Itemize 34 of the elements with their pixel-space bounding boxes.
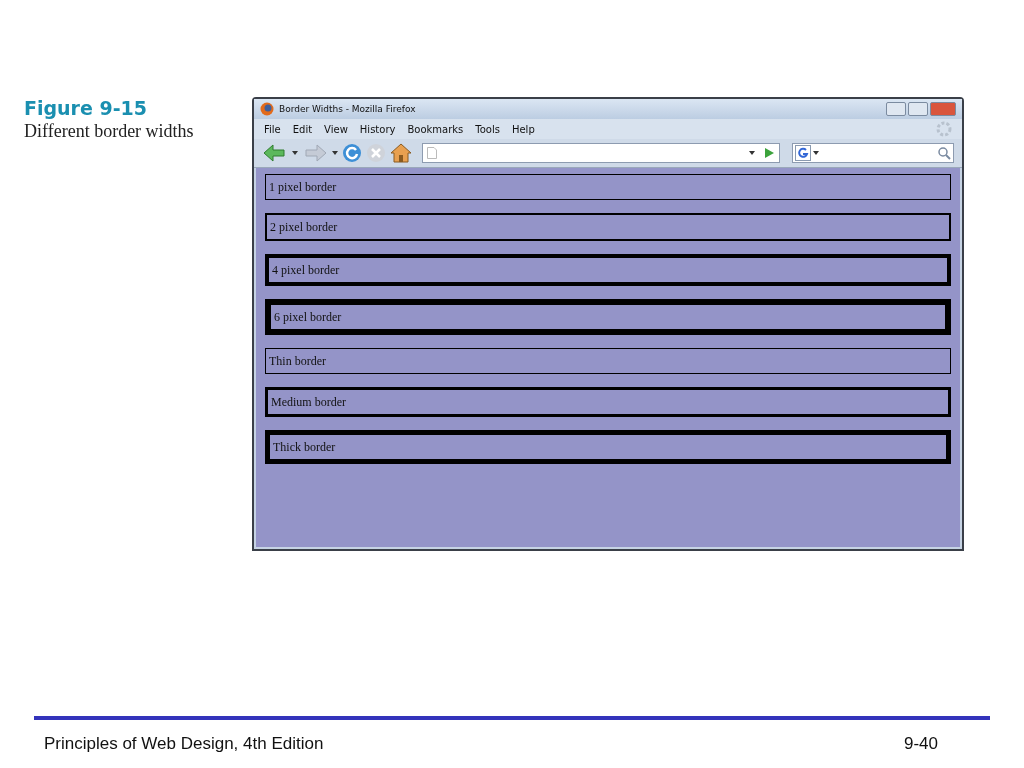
bordered-box: Medium border (265, 387, 951, 417)
menu-item[interactable]: View (324, 123, 348, 135)
menu-item[interactable]: Tools (475, 123, 500, 135)
maximize-button[interactable] (908, 102, 928, 116)
caret-icon[interactable] (813, 151, 819, 155)
home-button[interactable] (390, 143, 412, 163)
footer-text: Principles of Web Design, 4th Edition (44, 734, 324, 754)
address-field[interactable] (422, 143, 780, 163)
figure-number: Figure 9-15 (24, 97, 149, 119)
bordered-box: 2 pixel border (265, 213, 951, 241)
minimize-button[interactable] (886, 102, 906, 116)
bordered-box: Thin border (265, 348, 951, 374)
search-icon[interactable] (937, 146, 951, 160)
menu-item[interactable]: File (264, 123, 281, 135)
caret-icon[interactable] (292, 151, 298, 155)
bordered-box: 1 pixel border (265, 174, 951, 200)
figure-caption: Different border widths (24, 121, 195, 142)
page-icon (427, 147, 437, 159)
window-title: Border Widths - Mozilla Firefox (279, 104, 417, 114)
search-field[interactable] (792, 143, 954, 163)
bordered-box: Thick border (265, 430, 951, 464)
bordered-box: 6 pixel border (265, 299, 951, 335)
go-button[interactable] (763, 147, 775, 159)
slide-number: 9-40 (903, 734, 938, 754)
browser-logo-icon (260, 102, 274, 116)
menu-item[interactable]: Bookmarks (407, 123, 464, 135)
activity-indicator-icon (936, 121, 952, 137)
menu-item[interactable]: Help (511, 123, 535, 135)
caret-icon[interactable] (332, 151, 338, 155)
menu-item[interactable]: Edit (292, 123, 313, 135)
caret-icon[interactable] (749, 151, 755, 155)
menu-item[interactable]: History (359, 123, 396, 135)
search-engine-icon[interactable] (795, 145, 811, 161)
bordered-box: 4 pixel border (265, 254, 951, 286)
